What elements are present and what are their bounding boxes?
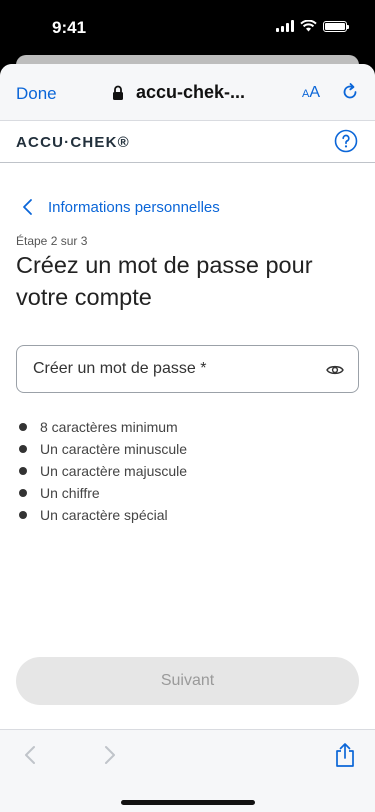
rule-item: Un caractère majuscule xyxy=(16,460,187,482)
share-icon[interactable] xyxy=(334,742,356,768)
lock-icon xyxy=(113,85,123,100)
step-indicator: Étape 2 sur 3 xyxy=(16,234,88,248)
site-header: ACCU·CHEK® xyxy=(0,121,375,163)
help-icon[interactable] xyxy=(334,129,358,153)
password-rules-list: 8 caractères minimum Un caractère minusc… xyxy=(16,416,187,526)
password-field[interactable]: Créer un mot de passe * xyxy=(16,345,359,393)
browser-top-bar: Done accu-chek-... AA xyxy=(0,64,375,121)
back-arrow-icon[interactable] xyxy=(20,744,40,766)
status-icons xyxy=(276,20,349,32)
back-link-personal-info[interactable]: Informations personnelles xyxy=(18,197,220,217)
status-bar: 9:41 xyxy=(0,0,375,56)
rule-item: 8 caractères minimum xyxy=(16,416,187,438)
reload-icon[interactable] xyxy=(340,82,360,102)
next-button[interactable]: Suivant xyxy=(16,657,359,705)
browser-sheet: Done accu-chek-... AA ACCU·CHEK® Informa… xyxy=(0,64,375,812)
rule-item: Un caractère spécial xyxy=(16,504,187,526)
back-link-label: Informations personnelles xyxy=(48,198,220,216)
text-size-button[interactable]: AA xyxy=(302,84,320,102)
status-time: 9:41 xyxy=(52,18,87,37)
home-indicator xyxy=(121,800,255,805)
eye-icon[interactable] xyxy=(326,361,344,379)
password-placeholder: Créer un mot de passe * xyxy=(33,360,207,377)
aa-large: A xyxy=(309,84,321,101)
rule-item: Un chiffre xyxy=(16,482,187,504)
url-bar[interactable]: accu-chek-... xyxy=(112,82,245,103)
rule-item: Un caractère minuscule xyxy=(16,438,187,460)
done-button[interactable]: Done xyxy=(16,84,57,104)
url-text: accu-chek-... xyxy=(136,82,246,102)
wifi-icon xyxy=(300,20,317,32)
chevron-left-icon xyxy=(23,199,32,215)
cellular-signal-icon xyxy=(276,20,294,32)
browser-bottom-toolbar xyxy=(0,729,375,812)
page-title: Créez un mot de passe pour votre compte xyxy=(16,252,313,310)
battery-icon xyxy=(323,20,349,32)
accu-chek-logo[interactable]: ACCU·CHEK® xyxy=(16,134,130,151)
forward-arrow-icon[interactable] xyxy=(100,744,120,766)
